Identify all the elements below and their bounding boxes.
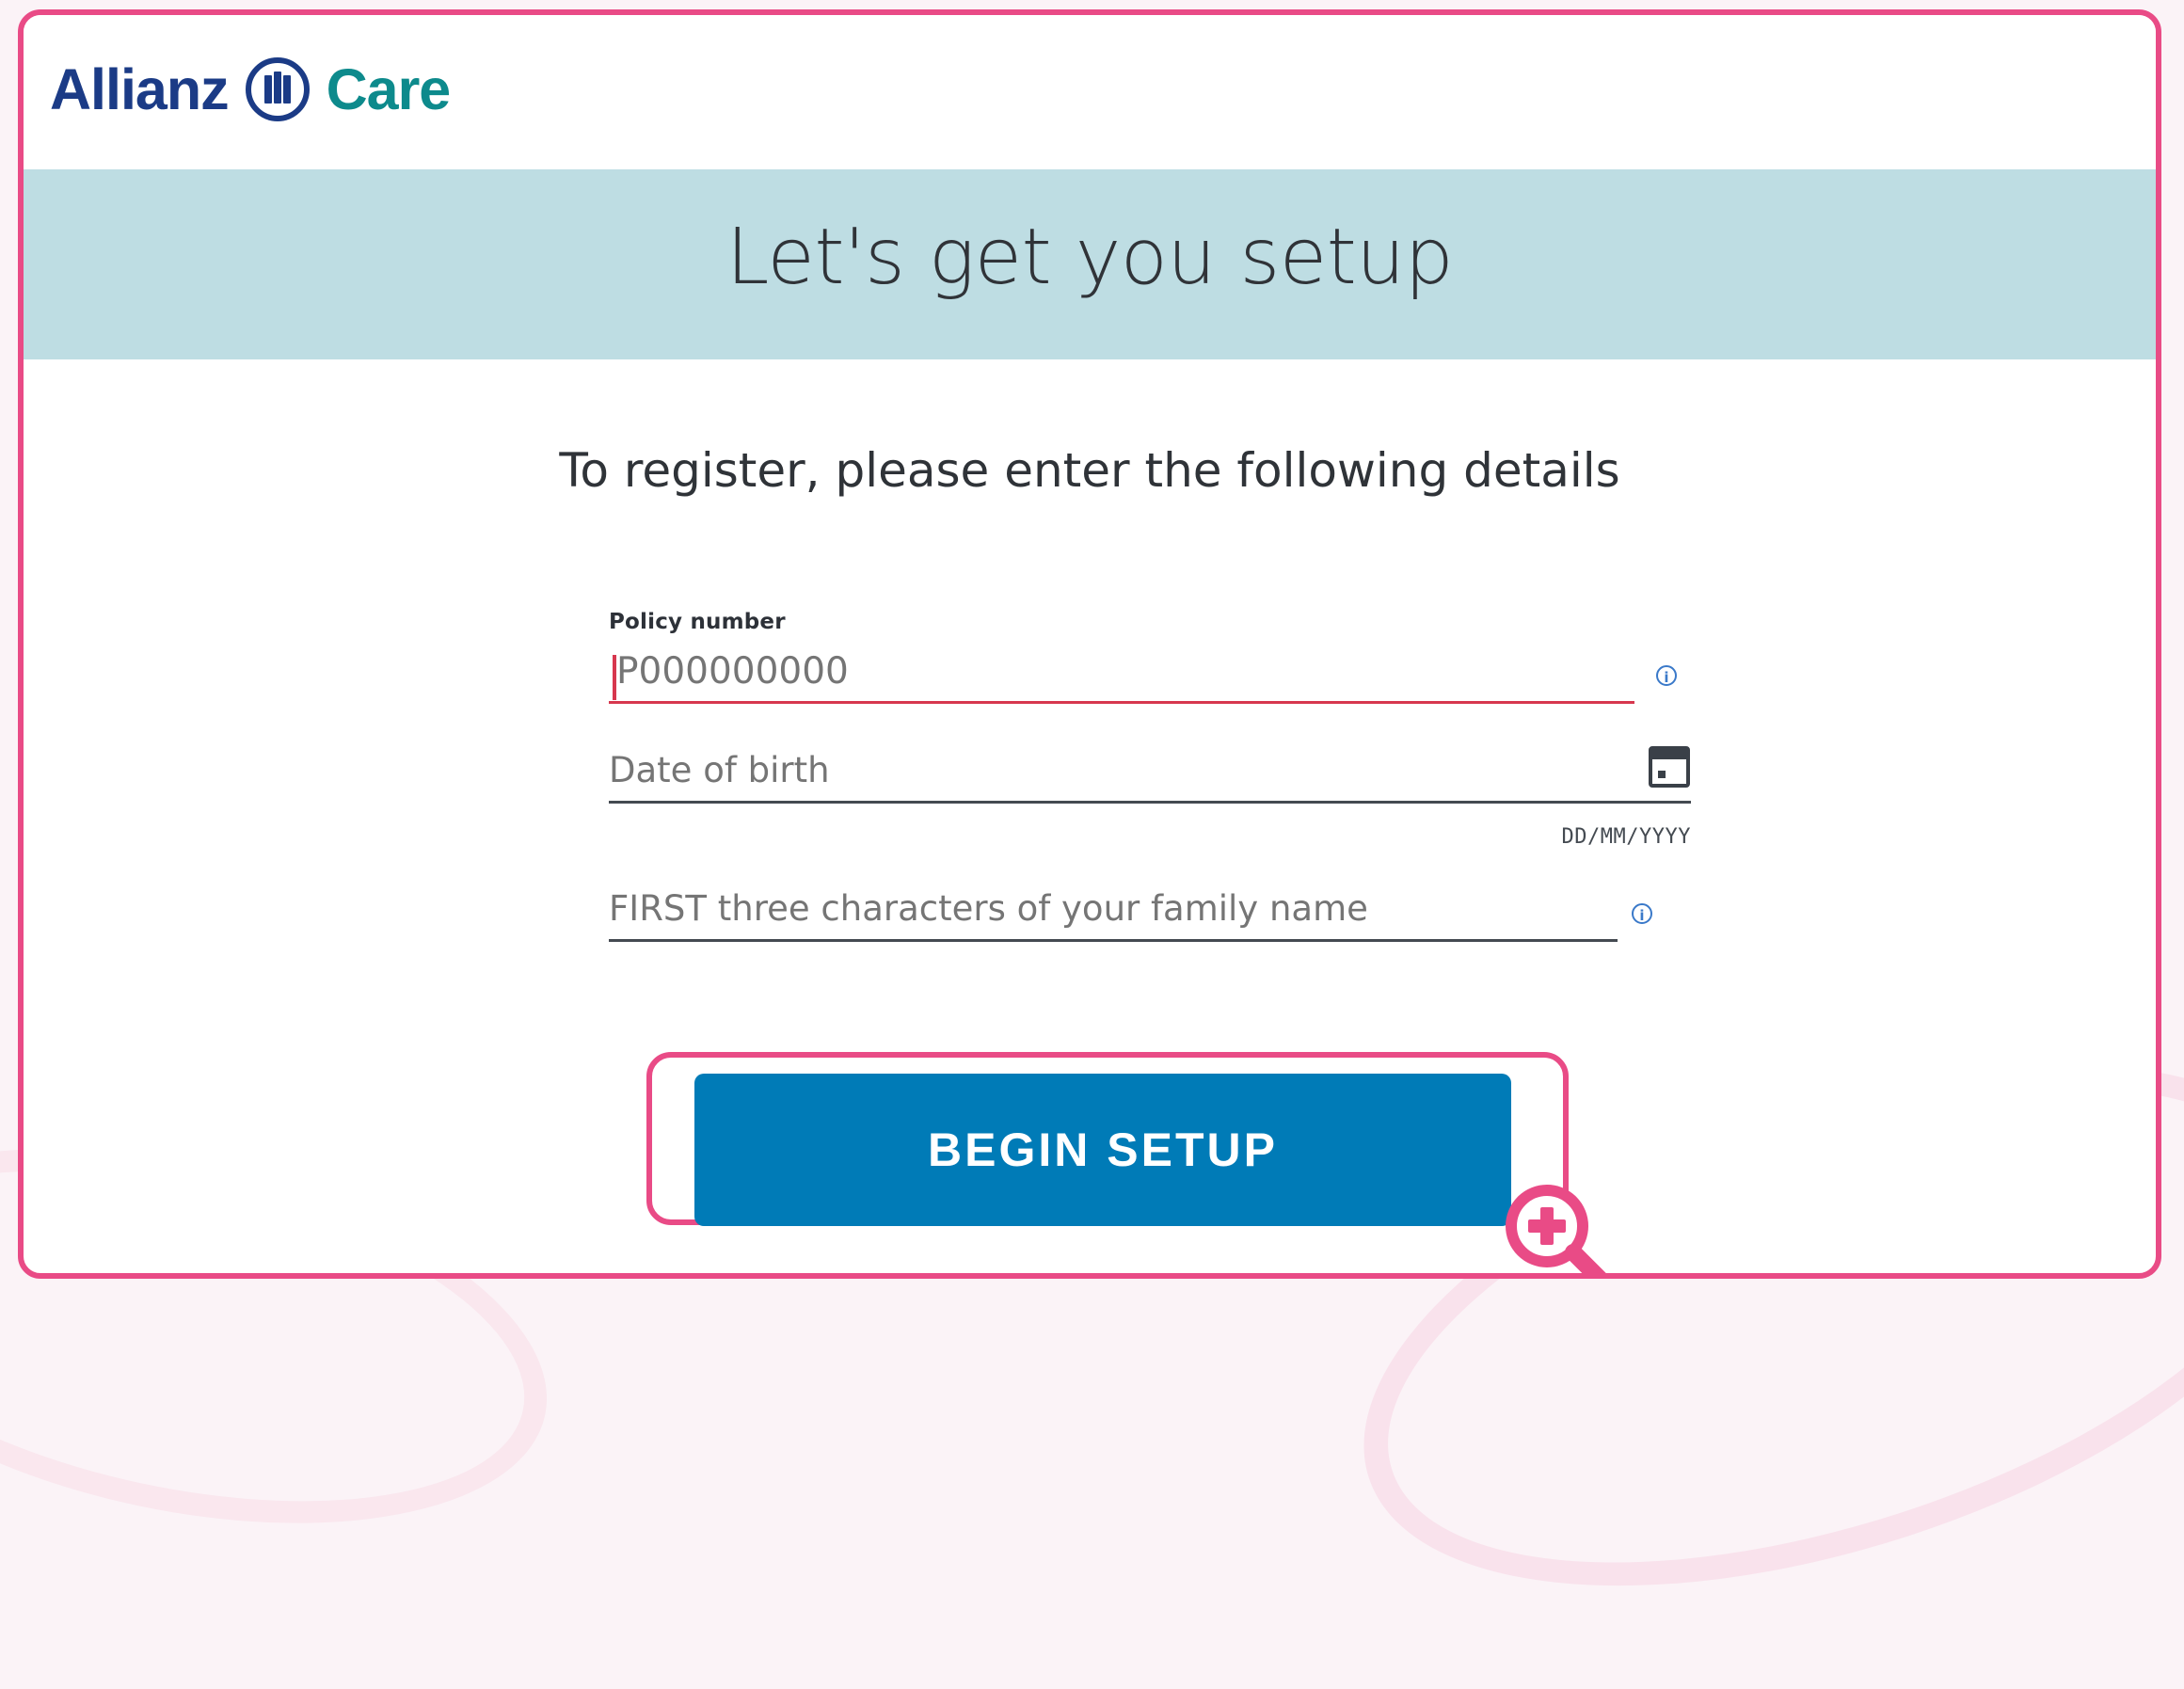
date-format-hint: DD/MM/YYYY <box>1561 825 1691 849</box>
app-frame: Allianz Care Let's get you setup To regi… <box>18 9 2161 1279</box>
info-icon[interactable]: i <box>1632 903 1652 924</box>
allianz-care-logo[interactable]: Allianz Care <box>50 47 452 132</box>
begin-setup-button[interactable]: BEGIN SETUP <box>694 1074 1511 1226</box>
logo-secondary-text: Care <box>326 57 452 121</box>
page-title: Let's get you setup <box>725 213 1454 302</box>
info-icon[interactable]: i <box>1656 665 1677 686</box>
text-cursor <box>613 655 616 700</box>
zoom-plus-icon <box>1506 1185 1606 1273</box>
date-of-birth-input[interactable] <box>609 739 1691 804</box>
form-instructions: To register, please enter the following … <box>559 443 1620 498</box>
allianz-eagle-icon <box>245 57 310 121</box>
policy-number-label: Policy number <box>609 610 786 634</box>
site-header: Allianz Care <box>24 15 2156 166</box>
setup-hero-banner: Let's get you setup <box>24 169 2156 359</box>
family-name-input[interactable] <box>609 877 1618 942</box>
logo-primary-text: Allianz <box>50 57 230 121</box>
policy-number-input[interactable] <box>609 642 1634 704</box>
registration-form: Policy number i DD/MM/YYYY i <box>609 610 1691 1099</box>
calendar-icon[interactable] <box>1649 746 1690 788</box>
